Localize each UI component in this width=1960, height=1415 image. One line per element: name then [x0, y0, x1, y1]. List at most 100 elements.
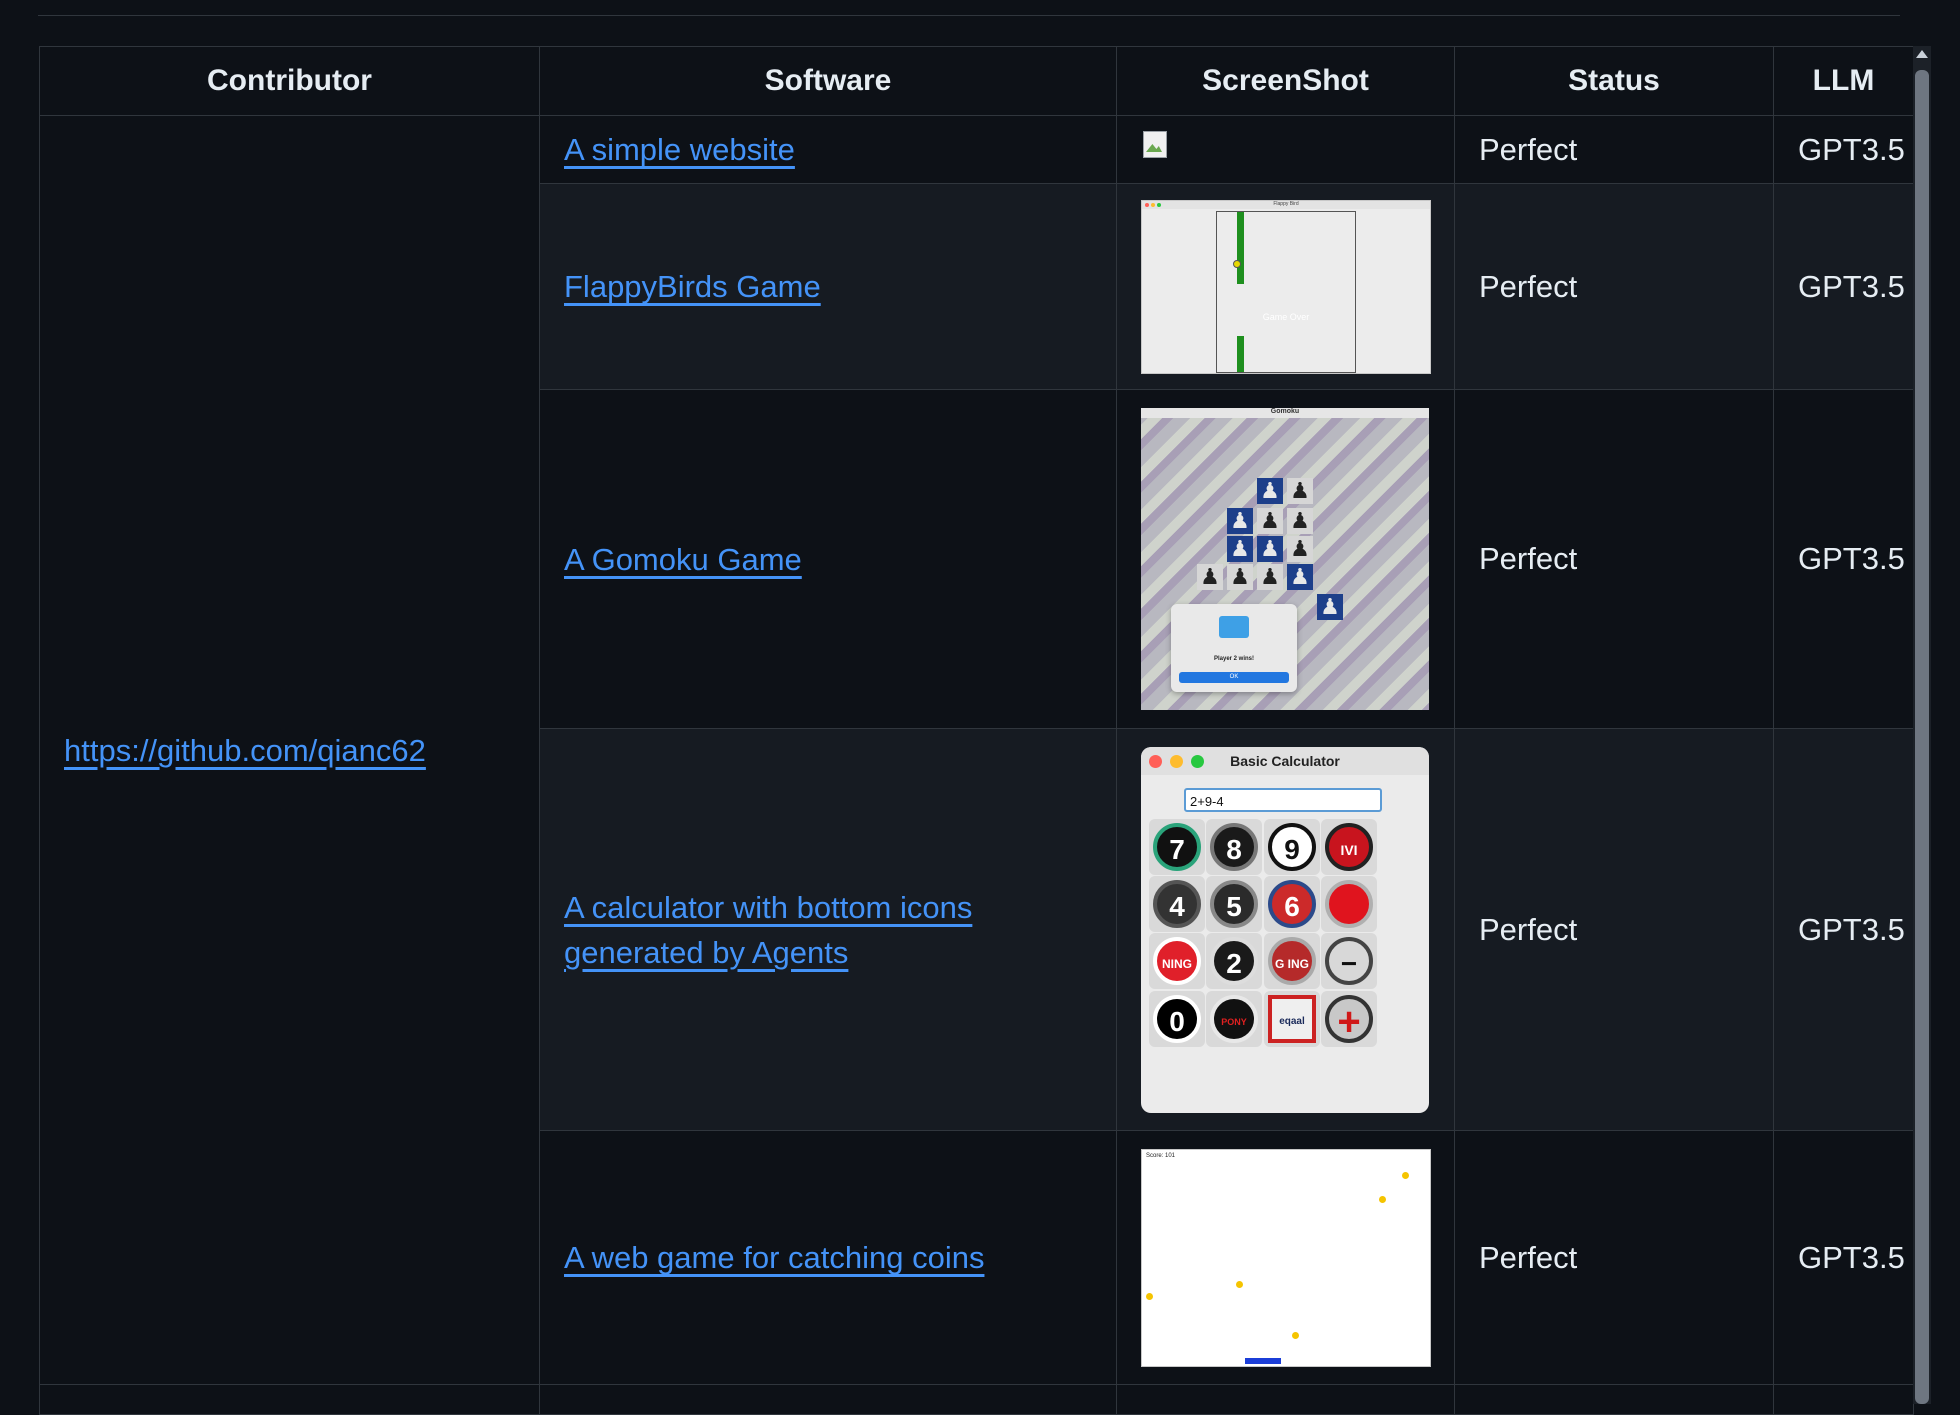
- calculator-button[interactable]: 6: [1264, 875, 1320, 932]
- header-status: Status: [1454, 46, 1774, 116]
- calculator-button-label: NING: [1153, 936, 1201, 985]
- coins-screenshot[interactable]: Score: 101: [1141, 1148, 1431, 1367]
- broken-image-icon: [1141, 130, 1169, 158]
- calculator-button[interactable]: −: [1321, 932, 1377, 989]
- header-llm: LLM: [1773, 46, 1914, 116]
- llm-cell: GPT3.5: [1773, 389, 1914, 729]
- coin-icon: [1292, 1331, 1299, 1339]
- calculator-display[interactable]: 2+9-4: [1184, 787, 1382, 812]
- coin-icon: [1402, 1171, 1409, 1179]
- window-titlebar: Gomoku: [1141, 408, 1429, 418]
- calculator-button-label: PONY: [1210, 994, 1258, 1043]
- flappy-screenshot[interactable]: Flappy Bird Game Over: [1141, 199, 1431, 374]
- chess-piece-icon: ♟: [1197, 564, 1223, 590]
- coin-icon: [1236, 1280, 1243, 1288]
- chess-piece-icon: ♟: [1287, 508, 1313, 534]
- table-row: https://github.com/qianc62 A simple webs…: [39, 115, 1914, 1385]
- calculator-button[interactable]: 8: [1206, 818, 1262, 875]
- pipe-top: [1237, 211, 1244, 284]
- calculator-screenshot[interactable]: Basic Calculator 2+9-4 7 8 9 IVI 4 5 6 NING 2 G I…: [1141, 746, 1429, 1113]
- calculator-button[interactable]: 0: [1149, 990, 1205, 1047]
- status-cell: Perfect: [1454, 183, 1774, 390]
- contributor-cell: https://github.com/qianc62: [39, 115, 540, 1385]
- chess-piece-icon: ♟: [1257, 478, 1283, 504]
- header-row: Contributor Software ScreenShot Status L…: [39, 46, 1914, 116]
- software-cell: FlappyBirds Game: [539, 183, 1117, 390]
- calculator-button-label: eqaal: [1268, 994, 1316, 1043]
- header-software: Software: [539, 46, 1117, 116]
- software-table: Contributor Software ScreenShot Status L…: [39, 46, 1914, 1415]
- pipe-bottom: [1237, 335, 1244, 372]
- screenshot-cell: Flappy Bird Game Over: [1116, 183, 1455, 390]
- calculator-button-label: 7: [1153, 822, 1201, 871]
- table-row: [39, 1384, 1914, 1415]
- contributor-link[interactable]: https://github.com/qianc62: [64, 733, 426, 768]
- chess-piece-icon: ♟: [1257, 536, 1283, 562]
- calculator-button-label: G ING: [1268, 936, 1316, 985]
- calculator-button-label: 6: [1268, 879, 1316, 928]
- chess-piece-icon: ♟: [1227, 536, 1253, 562]
- software-cell: A simple website: [539, 115, 1117, 184]
- calculator-button[interactable]: 2: [1206, 932, 1262, 989]
- calculator-button-label: −: [1325, 936, 1373, 985]
- calculator-button[interactable]: 4: [1149, 875, 1205, 932]
- game-canvas: Game Over: [1216, 210, 1356, 373]
- calculator-button[interactable]: NING: [1149, 932, 1205, 989]
- screenshot-cell: Gomoku ♟ ♟ ♟ ♟ ♟ ♟ ♟ ♟ ♟ ♟ ♟ ♟ ♟ Player …: [1116, 389, 1455, 729]
- chess-piece-icon: ♟: [1287, 536, 1313, 562]
- chess-piece-icon: ♟: [1227, 564, 1253, 590]
- calculator-title: Basic Calculator: [1230, 752, 1340, 769]
- top-divider: [38, 15, 1900, 16]
- coin-icon: [1146, 1292, 1153, 1300]
- scrollbar-thumb[interactable]: [1915, 70, 1929, 1404]
- calculator-button[interactable]: 7: [1149, 818, 1205, 875]
- software-link-flappybirds[interactable]: FlappyBirds Game: [564, 269, 821, 304]
- gomoku-screenshot[interactable]: Gomoku ♟ ♟ ♟ ♟ ♟ ♟ ♟ ♟ ♟ ♟ ♟ ♟ ♟ Player …: [1141, 408, 1429, 710]
- llm-cell: GPT3.5: [1773, 728, 1914, 1131]
- software-link-simple-website[interactable]: A simple website: [564, 132, 795, 167]
- calculator-button-label: 8: [1210, 822, 1258, 871]
- software-cell: A web game for catching coins: [539, 1130, 1117, 1385]
- calculator-button-label: [1325, 879, 1373, 928]
- calculator-button[interactable]: +: [1321, 990, 1377, 1047]
- software-link-coins[interactable]: A web game for catching coins: [564, 1240, 984, 1275]
- bird-icon: [1233, 259, 1241, 268]
- chess-piece-icon: ♟: [1287, 564, 1313, 590]
- coin-icon: [1379, 1195, 1386, 1203]
- calculator-button[interactable]: IVI: [1321, 818, 1377, 875]
- ok-button[interactable]: OK: [1179, 672, 1289, 683]
- calculator-button[interactable]: 5: [1206, 875, 1262, 932]
- game-over-text: Game Over: [1262, 311, 1310, 322]
- status-cell: Perfect: [1454, 115, 1774, 184]
- chess-piece-icon: ♟: [1287, 478, 1313, 504]
- calculator-button-label: 2: [1210, 936, 1258, 985]
- software-cell: A Gomoku Game: [539, 389, 1117, 729]
- calculator-button-label: 9: [1268, 822, 1316, 871]
- chess-piece-icon: ♟: [1257, 564, 1283, 590]
- llm-cell: GPT3.5: [1773, 183, 1914, 390]
- calculator-button-label: 4: [1153, 879, 1201, 928]
- window-title: Gomoku: [1270, 408, 1300, 415]
- screenshot-cell: Basic Calculator 2+9-4 7 8 9 IVI 4 5 6 NING 2 G I…: [1116, 728, 1455, 1131]
- llm-cell: GPT3.5: [1773, 1130, 1914, 1385]
- status-cell: Perfect: [1454, 1130, 1774, 1385]
- calculator-button[interactable]: PONY: [1206, 990, 1262, 1047]
- calculator-button-label: 5: [1210, 879, 1258, 928]
- calculator-button[interactable]: 9: [1264, 818, 1320, 875]
- header-screenshot: ScreenShot: [1116, 46, 1455, 116]
- chess-piece-icon: ♟: [1227, 508, 1253, 534]
- score-text: Score: 101: [1146, 1152, 1176, 1159]
- vertical-scrollbar[interactable]: [1913, 46, 1931, 1404]
- window-title: Flappy Bird: [1273, 200, 1299, 207]
- status-cell: Perfect: [1454, 728, 1774, 1131]
- win-message: Player 2 wins!: [1213, 656, 1255, 662]
- software-link-calculator[interactable]: A calculator with bottom icons generated…: [564, 890, 972, 970]
- scroll-up-arrow-icon[interactable]: [1916, 50, 1928, 58]
- calculator-button[interactable]: G ING: [1264, 932, 1320, 989]
- software-link-gomoku[interactable]: A Gomoku Game: [564, 542, 802, 577]
- calculator-button-label: 0: [1153, 994, 1201, 1043]
- calculator-button-label: +: [1325, 994, 1373, 1044]
- screenshot-cell: Score: 101: [1116, 1130, 1455, 1385]
- calculator-button[interactable]: [1321, 875, 1377, 932]
- calculator-button[interactable]: eqaal: [1264, 990, 1320, 1047]
